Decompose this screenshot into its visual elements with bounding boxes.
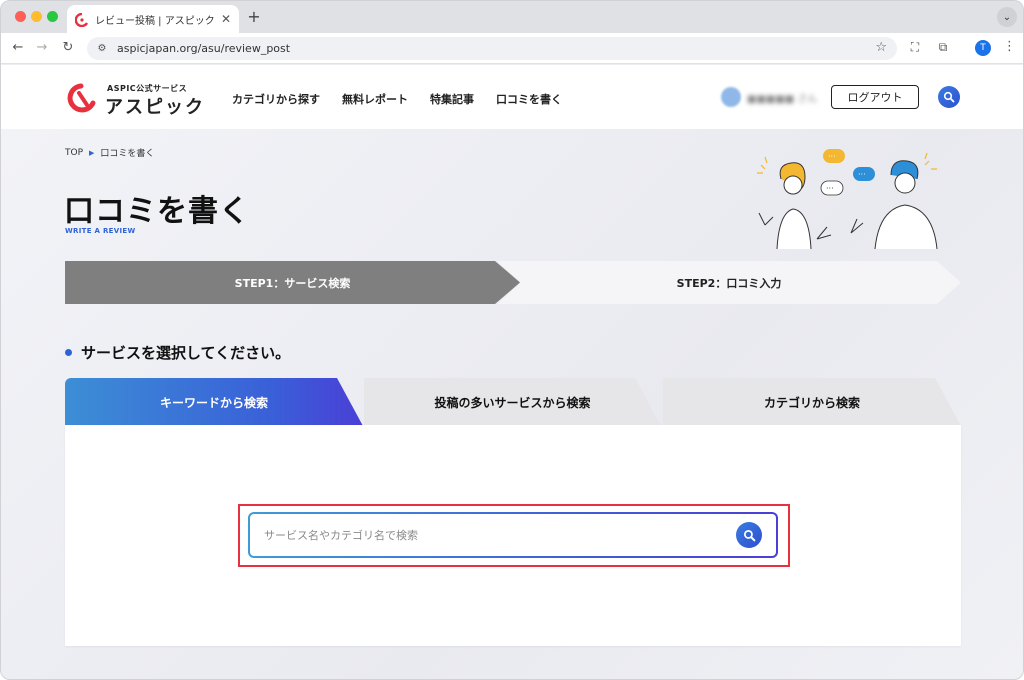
avatar — [721, 87, 741, 107]
breadcrumb-current: 口コミを書く — [100, 149, 155, 159]
logo-mark-icon — [67, 83, 96, 113]
tab-search-chevron-icon[interactable]: ⌄ — [997, 7, 1017, 27]
tab-title: レビュー投稿 | アスピック | SaaS — [95, 15, 217, 27]
url-text: aspicjapan.org/asu/review_post — [117, 42, 291, 55]
browser-toolbar: ← → ↻ ⚙ aspicjapan.org/asu/review_post ☆… — [1, 33, 1023, 64]
forward-arrow-icon[interactable]: → — [33, 39, 51, 57]
page-subtitle: WRITE A REVIEW — [65, 227, 136, 235]
user-info[interactable]: ■■■■■ さん — [721, 87, 817, 107]
extensions-puzzle-icon[interactable]: ⧉ — [935, 40, 951, 55]
site-favicon-icon — [74, 12, 89, 28]
bullet-dot-icon — [65, 349, 72, 356]
tab-category-search[interactable]: カテゴリから検索 — [663, 378, 961, 426]
breadcrumb-top-link[interactable]: TOP — [65, 148, 83, 158]
search-box-inner — [250, 514, 776, 556]
tab-strip: レビュー投稿 | アスピック | SaaS ✕ + ⌄ — [1, 1, 1023, 33]
nav-item-write-review[interactable]: 口コミを書く — [496, 91, 562, 107]
site-settings-icon[interactable]: ⚙ — [95, 42, 109, 56]
screenshot-icon[interactable]: ⛶ — [907, 40, 923, 55]
address-bar[interactable]: ⚙ aspicjapan.org/asu/review_post ☆ — [87, 37, 897, 60]
step-2: STEP2：口コミ入力 — [497, 261, 961, 304]
browser-menu-icon[interactable]: ⋮ — [1003, 39, 1016, 54]
tab-close-icon[interactable]: ✕ — [221, 12, 231, 26]
service-search-box — [248, 512, 778, 558]
section-title: サービスを選択してください。 — [81, 344, 291, 362]
browser-window: レビュー投稿 | アスピック | SaaS ✕ + ⌄ ← → ↻ ⚙ aspi… — [0, 0, 1024, 680]
global-nav: カテゴリから探す 無料レポート 特集記事 口コミを書く — [232, 91, 562, 107]
step-1-active: STEP1：サービス検索 — [65, 261, 520, 304]
close-window-button[interactable] — [15, 11, 26, 22]
logout-button[interactable]: ログアウト — [831, 85, 919, 109]
minimize-window-button[interactable] — [31, 11, 42, 22]
search-icon — [743, 529, 755, 541]
service-search-input[interactable] — [264, 514, 704, 556]
browser-tab-active[interactable]: レビュー投稿 | アスピック | SaaS ✕ — [67, 5, 239, 33]
user-name: ■■■■■ さん — [747, 93, 818, 105]
logo-wordmark: アスピック — [105, 97, 205, 118]
step-indicator: STEP2：口コミ入力 STEP1：サービス検索 — [65, 261, 961, 304]
maximize-window-button[interactable] — [47, 11, 58, 22]
bookmark-star-icon[interactable]: ☆ — [875, 40, 887, 55]
back-arrow-icon[interactable]: ← — [9, 39, 27, 57]
breadcrumb-arrow-icon: ▶ — [89, 148, 95, 157]
search-icon — [943, 91, 955, 103]
svg-text:···: ··· — [826, 184, 834, 193]
reload-icon[interactable]: ↻ — [59, 39, 77, 57]
search-submit-button[interactable] — [736, 522, 762, 548]
section-heading: サービスを選択してください。 — [65, 342, 290, 363]
site-logo[interactable]: ASPIC公式サービス アスピック — [65, 81, 205, 118]
header-search-button[interactable] — [938, 86, 960, 108]
new-tab-button[interactable]: + — [245, 7, 263, 26]
nav-item-features[interactable]: 特集記事 — [430, 91, 474, 107]
page-title: 口コミを書く — [64, 194, 250, 229]
nav-item-free-report[interactable]: 無料レポート — [342, 91, 408, 107]
breadcrumb: TOP ▶ 口コミを書く — [65, 146, 155, 160]
svg-text:···: ··· — [858, 170, 866, 179]
search-method-tabs: キーワードから検索 投稿の多いサービスから検索 カテゴリから検索 — [65, 378, 961, 426]
svg-text:···: ··· — [828, 152, 836, 161]
people-talking-illustration: ··· ··· ··· — [757, 149, 938, 250]
page-content: TOP ▶ 口コミを書く 口コミを書く WRITE A REVIEW ··· ·… — [1, 129, 1023, 679]
search-panel — [65, 425, 961, 646]
nav-item-categories[interactable]: カテゴリから探す — [232, 91, 320, 107]
tab-popular-services[interactable]: 投稿の多いサービスから検索 — [364, 378, 661, 426]
profile-avatar[interactable]: T — [975, 40, 991, 56]
tab-keyword-search[interactable]: キーワードから検索 — [65, 378, 363, 426]
